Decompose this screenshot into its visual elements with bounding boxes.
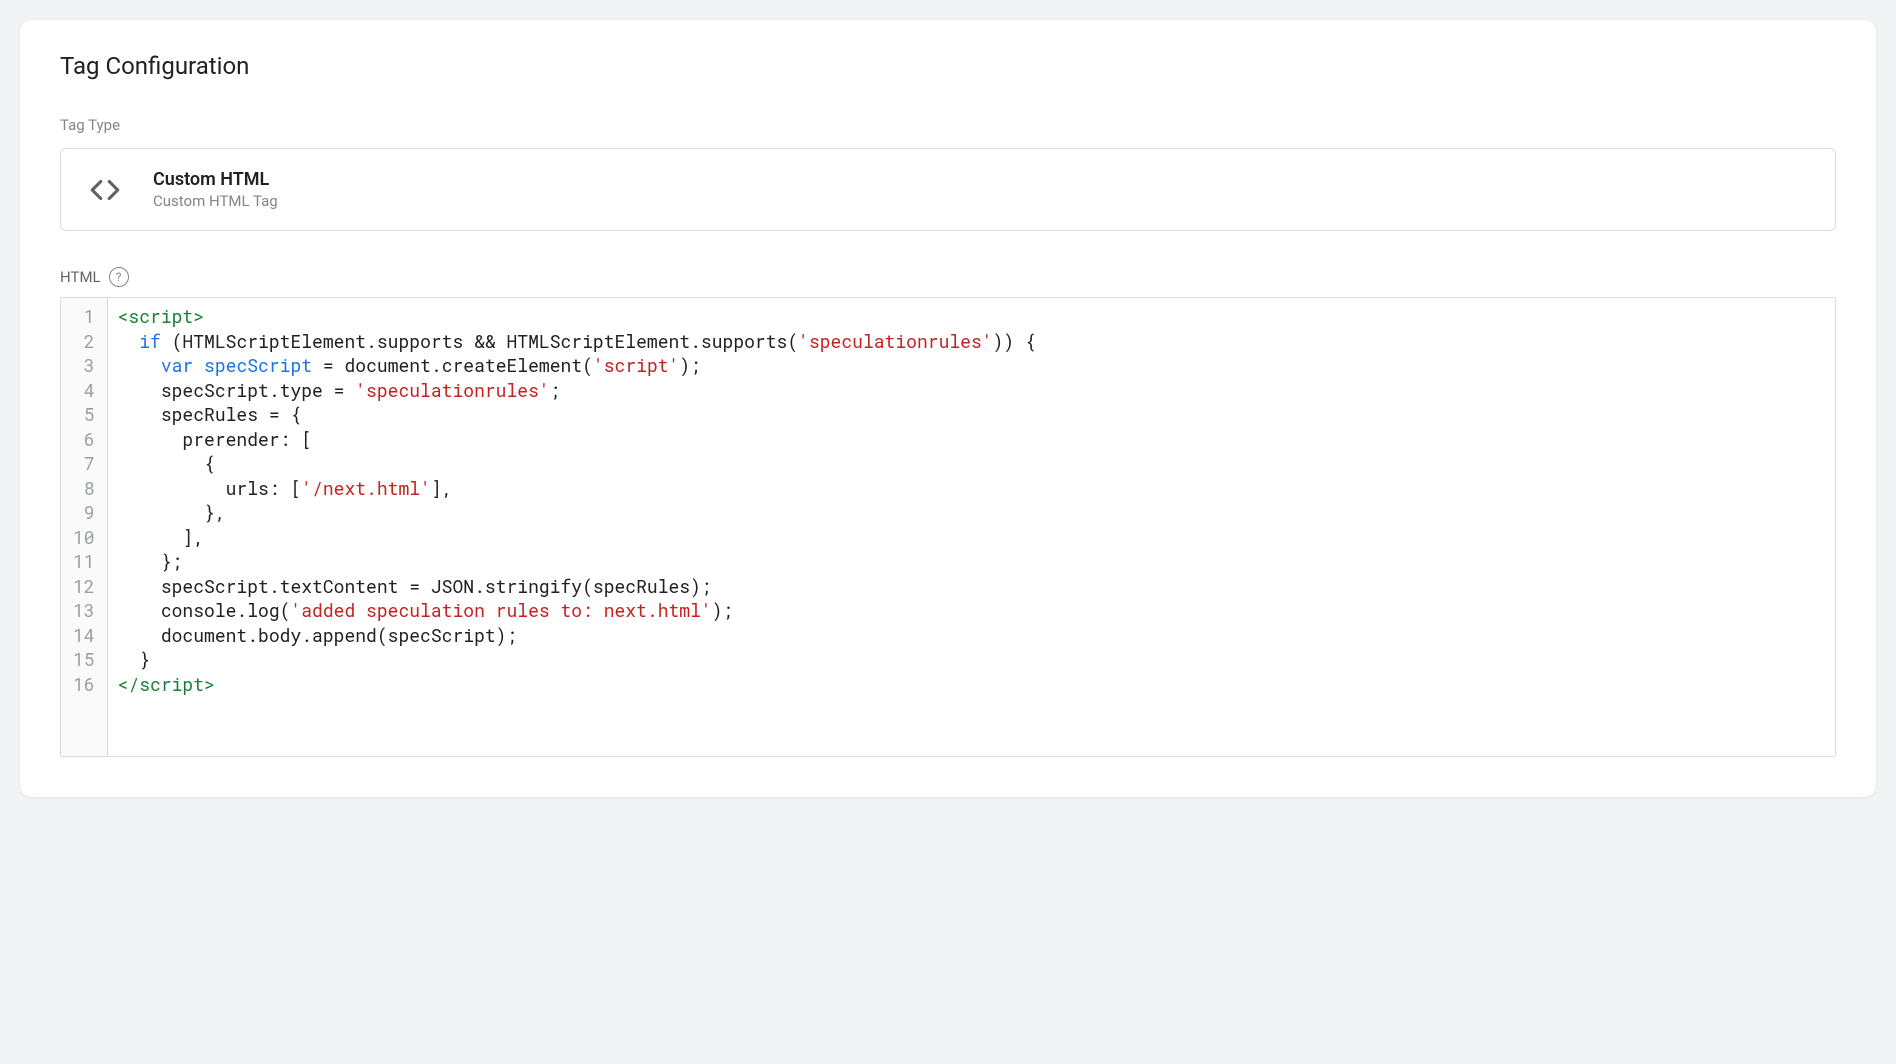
line-number-gutter: 12345678910111213141516: [61, 298, 108, 756]
code-line: console.log('added speculation rules to:…: [118, 598, 1825, 623]
help-icon[interactable]: ?: [109, 267, 129, 287]
code-line: ],: [118, 525, 1825, 550]
code-line: }: [118, 647, 1825, 672]
code-line: {: [118, 451, 1825, 476]
code-line: };: [118, 549, 1825, 574]
line-number: 13: [69, 598, 99, 623]
line-number: 2: [69, 329, 99, 354]
tag-type-subtitle: Custom HTML Tag: [153, 192, 278, 210]
line-number: 10: [69, 525, 99, 550]
line-number: 9: [69, 500, 99, 525]
line-number: 14: [69, 623, 99, 648]
line-number: 1: [69, 304, 99, 329]
line-number: 16: [69, 672, 99, 697]
code-line: specScript.textContent = JSON.stringify(…: [118, 574, 1825, 599]
line-number: 11: [69, 549, 99, 574]
code-line: urls: ['/next.html'],: [118, 476, 1825, 501]
tag-type-label: Tag Type: [60, 116, 1836, 134]
tag-configuration-card: Tag Configuration Tag Type Custom HTML C…: [20, 20, 1876, 797]
code-line: <script>: [118, 304, 1825, 329]
html-label: HTML: [60, 268, 101, 286]
tag-type-selector[interactable]: Custom HTML Custom HTML Tag: [60, 148, 1836, 231]
html-code-editor[interactable]: 12345678910111213141516 <script> if (HTM…: [60, 297, 1836, 757]
line-number: 4: [69, 378, 99, 403]
code-line: specScript.type = 'speculationrules';: [118, 378, 1825, 403]
line-number: 15: [69, 647, 99, 672]
section-title: Tag Configuration: [60, 52, 1836, 80]
code-line: document.body.append(specScript);: [118, 623, 1825, 648]
line-number: 6: [69, 427, 99, 452]
code-brackets-icon: [85, 170, 125, 210]
code-line: prerender: [: [118, 427, 1825, 452]
code-line: if (HTMLScriptElement.supports && HTMLSc…: [118, 329, 1825, 354]
code-line: </script>: [118, 672, 1825, 697]
tag-type-name: Custom HTML: [153, 169, 278, 190]
line-number: 3: [69, 353, 99, 378]
code-content[interactable]: <script> if (HTMLScriptElement.supports …: [108, 298, 1835, 756]
code-line: specRules = {: [118, 402, 1825, 427]
code-line: },: [118, 500, 1825, 525]
line-number: 8: [69, 476, 99, 501]
tag-type-text: Custom HTML Custom HTML Tag: [153, 169, 278, 210]
code-line: var specScript = document.createElement(…: [118, 353, 1825, 378]
line-number: 7: [69, 451, 99, 476]
html-field-header: HTML ?: [60, 267, 1836, 287]
line-number: 12: [69, 574, 99, 599]
line-number: 5: [69, 402, 99, 427]
